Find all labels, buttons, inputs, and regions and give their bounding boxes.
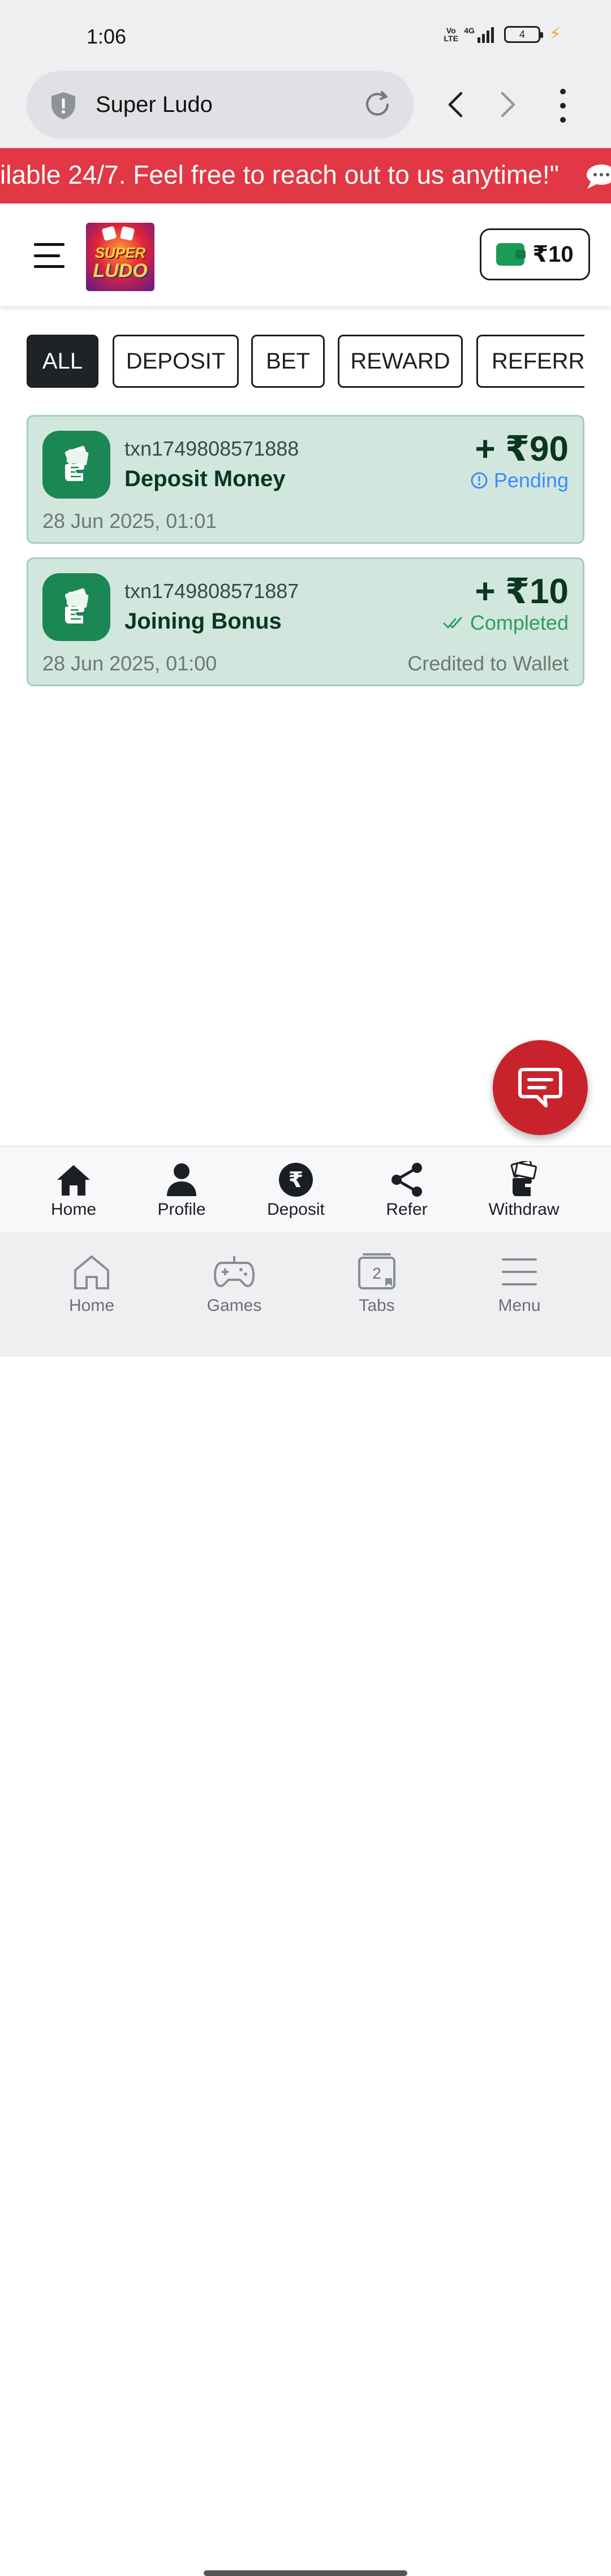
app-bottom-nav: Home Profile ₹ Deposit Refer Withdraw	[0, 1146, 611, 1232]
app-nav-label: Withdraw	[488, 1200, 560, 1219]
browser-nav-label: Tabs	[359, 1296, 395, 1315]
home-icon	[57, 1165, 90, 1196]
browser-nav-games[interactable]: Games	[183, 1252, 285, 1315]
marquee-text: ilable 24/7. Feel free to reach out to u…	[0, 160, 559, 189]
svg-text:₹: ₹	[289, 1167, 303, 1192]
filter-deposit[interactable]: DEPOSIT	[113, 335, 239, 388]
more-options-icon[interactable]	[552, 89, 574, 123]
support-chat-button[interactable]	[493, 1040, 588, 1135]
browser-nav-label: Home	[68, 1296, 115, 1315]
status-bar: 1:06 Vo LTE 4G 4 ⚡	[0, 0, 611, 65]
status-icons: Vo LTE 4G 4 ⚡	[444, 26, 561, 43]
rupee-icon: ₹	[279, 1163, 313, 1197]
signal-icon: 4G	[464, 26, 494, 43]
transaction-amount: + ₹90	[475, 430, 569, 469]
status-label: Completed	[470, 611, 569, 634]
transaction-card[interactable]: txn1749808571888 Deposit Money + ₹90 Pen…	[27, 415, 584, 544]
browser-nav-label: Games	[206, 1296, 262, 1315]
browser-nav-menu[interactable]: Menu	[468, 1252, 570, 1315]
back-icon[interactable]	[444, 89, 467, 120]
transaction-date: 28 Jun 2025, 01:00	[42, 652, 217, 675]
tab-count: 2	[372, 1265, 381, 1282]
double-check-icon	[443, 617, 462, 629]
chat-icon	[518, 1068, 562, 1107]
transaction-id: txn1749808571888	[124, 437, 299, 460]
network-type: 4G	[464, 26, 475, 35]
transaction-status: Completed	[443, 611, 569, 635]
app-nav-label: Refer	[386, 1200, 428, 1219]
browser-nav-tabs[interactable]: 2 Tabs	[326, 1252, 428, 1315]
volte-icon: Vo LTE	[444, 26, 458, 43]
address-bar[interactable]: Super Ludo	[27, 71, 414, 138]
status-label: Pending	[493, 469, 569, 492]
logo-text-bottom: LUDO	[93, 260, 148, 282]
filter-all[interactable]: ALL	[27, 335, 98, 388]
page-title: Super Ludo	[96, 92, 213, 117]
super-ludo-logo[interactable]: SUPER LUDO	[86, 223, 154, 291]
transaction-card[interactable]: txn1749808571887 Joining Bonus + ₹10 Com…	[27, 557, 584, 686]
app-header: SUPER LUDO ₹10	[0, 204, 611, 306]
app-nav-refer[interactable]: Refer	[356, 1162, 458, 1219]
browser-bottom-bar: Home Games 2 Tabs Menu	[0, 1232, 611, 2576]
filter-bet[interactable]: BET	[251, 335, 325, 388]
forward-icon[interactable]	[497, 89, 519, 120]
speech-bubble-icon	[587, 164, 611, 189]
browser-nav-home[interactable]: Home	[41, 1252, 143, 1315]
gamepad-icon	[214, 1256, 255, 1287]
wallet-button[interactable]: ₹10	[480, 228, 590, 280]
browser-nav-label: Menu	[498, 1296, 541, 1315]
home-outline-icon	[74, 1255, 109, 1289]
info-circle-icon	[471, 472, 488, 489]
filter-referral[interactable]: REFERRA	[476, 335, 584, 388]
transaction-id: txn1749808571887	[124, 579, 299, 603]
transaction-date: 28 Jun 2025, 01:01	[42, 509, 217, 532]
transaction-status: Pending	[470, 469, 569, 492]
app-nav-withdraw[interactable]: Withdraw	[473, 1161, 575, 1219]
filter-reward[interactable]: REWARD	[338, 335, 463, 388]
transaction-title: Deposit Money	[124, 466, 286, 491]
app-nav-profile[interactable]: Profile	[131, 1162, 233, 1219]
person-icon	[167, 1163, 196, 1196]
transaction-filters: ALL DEPOSIT BET REWARD REFERRA	[27, 335, 584, 388]
status-time: 1:06	[87, 25, 127, 48]
app-nav-label: Home	[50, 1200, 97, 1219]
share-icon	[391, 1163, 422, 1197]
battery-icon: 4	[504, 26, 543, 43]
browser-toolbar: Super Ludo	[0, 65, 611, 148]
money-hand-icon	[42, 573, 110, 641]
reload-icon[interactable]	[362, 89, 393, 120]
wallet-balance: ₹10	[532, 242, 574, 267]
app-nav-home[interactable]: Home	[23, 1162, 124, 1219]
app-nav-label: Deposit	[267, 1200, 325, 1219]
announcement-marquee: ilable 24/7. Feel free to reach out to u…	[0, 148, 611, 204]
transaction-title: Joining Bonus	[124, 609, 282, 634]
charging-icon: ⚡	[549, 25, 561, 44]
shield-icon[interactable]	[49, 91, 78, 120]
cash-icon	[510, 1161, 537, 1196]
menu-icon	[502, 1258, 537, 1285]
transaction-amount: + ₹10	[475, 572, 569, 611]
wallet-icon	[496, 243, 526, 266]
gesture-home-bar[interactable]	[204, 2570, 407, 2576]
transaction-note: Credited to Wallet	[407, 652, 569, 675]
hamburger-menu-icon[interactable]	[34, 243, 64, 268]
logo-text-top: SUPER	[94, 244, 146, 261]
app-nav-label: Profile	[157, 1200, 206, 1219]
battery-level: 4	[519, 28, 525, 40]
app-nav-deposit[interactable]: ₹ Deposit	[245, 1162, 347, 1219]
money-hand-icon	[42, 431, 110, 499]
